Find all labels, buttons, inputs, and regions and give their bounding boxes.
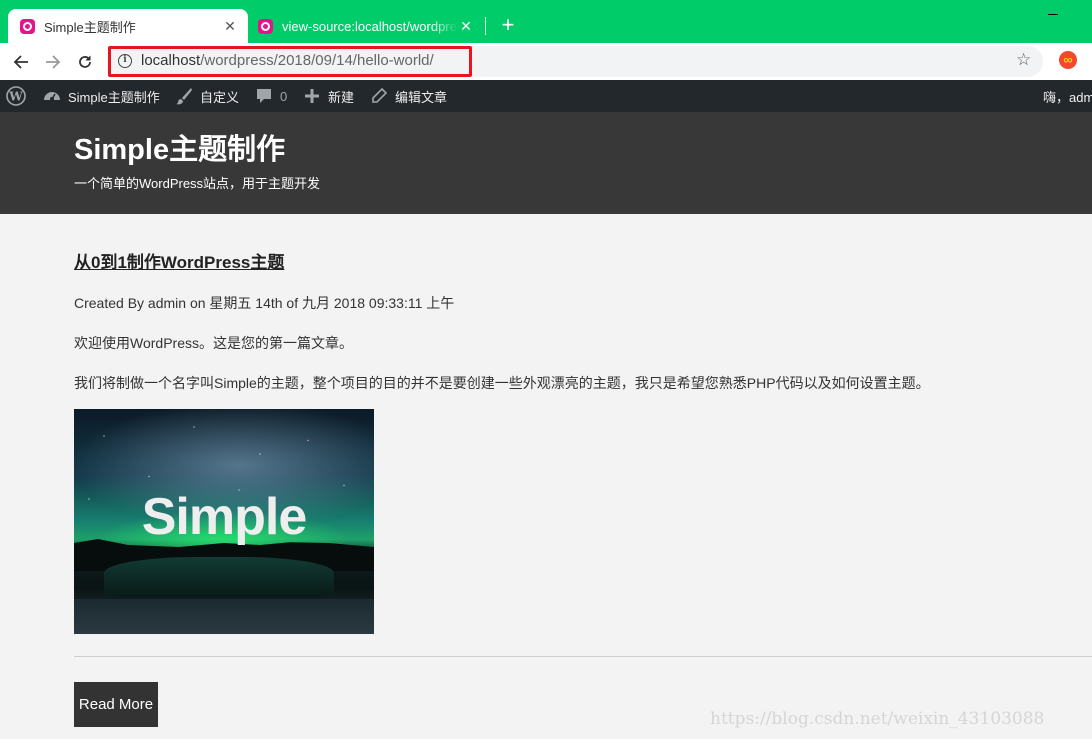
admin-bar-comments[interactable]: 0 [254, 80, 287, 112]
wordpress-logo-icon: W [6, 86, 26, 106]
image-snow [74, 599, 374, 634]
new-label: 新建 [328, 89, 355, 105]
forward-arrow-icon [46, 55, 61, 69]
wamp-favicon-icon [20, 18, 35, 34]
admin-bar-my-account[interactable]: 嗨，admin [1043, 80, 1092, 112]
admin-bar-customize[interactable]: 自定义 [174, 80, 239, 112]
window-minimize-button[interactable] [1048, 14, 1058, 15]
tab-title: view-source:localhost/wordpress [282, 18, 458, 34]
watermark: https://blog.csdn.net/weixin_43103088 [710, 709, 1045, 729]
plus-icon [302, 86, 322, 106]
admin-bar-site-name[interactable]: Simple主题制作 [42, 80, 160, 112]
back-arrow-icon [13, 55, 28, 69]
url-host: localhost [141, 52, 201, 69]
site-description: 一个简单的WordPress站点，用于主题开发 [74, 176, 321, 191]
edit-post-label: 编辑文章 [395, 89, 448, 105]
post-meta: Created By admin on 星期五 14th of 九月 2018 … [74, 295, 455, 311]
pencil-icon [369, 86, 389, 106]
post-featured-image: Simple [74, 409, 374, 634]
greeting-label: 嗨，admin [1043, 89, 1092, 105]
url-path: /wordpress/2018/09/14/hello-world/ [200, 52, 434, 69]
reload-icon [79, 55, 91, 68]
post-paragraph: 我们将制做一个名字叫Simple的主题，整个项目的目的并不是要创建一些外观漂亮的… [74, 375, 930, 391]
admin-bar-new[interactable]: 新建 [302, 80, 354, 112]
tab-separator [485, 17, 486, 35]
tab-simple-theme[interactable]: Simple主题制作 ✕ [8, 9, 248, 43]
tab-title: Simple主题制作 [44, 19, 136, 35]
site-header: Simple主题制作 一个简单的WordPress站点，用于主题开发 [0, 112, 1092, 214]
admin-bar-wp-logo[interactable]: W [6, 80, 26, 112]
customize-label: 自定义 [200, 89, 240, 105]
wp-admin-bar: W Simple主题制作 自定义 0 新建 编辑文章 嗨，admin [0, 80, 1092, 112]
post-title-link[interactable]: 从0到1制作WordPress主题 [74, 248, 284, 273]
svg-text:W: W [8, 90, 23, 104]
post-paragraph: 欢迎使用WordPress。这是您的第一篇文章。 [74, 335, 353, 351]
new-tab-button[interactable]: + [498, 14, 518, 36]
url-text[interactable]: localhost/wordpress/2018/09/14/hello-wor… [141, 52, 434, 69]
tab-strip: Simple主题制作 ✕ view-source:localhost/wordp… [0, 0, 1092, 43]
paintbrush-icon [174, 86, 194, 106]
comment-bubble-icon [254, 86, 274, 106]
read-more-button[interactable]: Read More [74, 682, 158, 727]
tab-close-icon[interactable]: ✕ [458, 18, 474, 34]
site-title[interactable]: Simple主题制作 [74, 126, 285, 168]
extension-icon[interactable]: ∞ [1059, 51, 1077, 69]
wamp-favicon-icon [258, 18, 273, 34]
comments-count: 0 [280, 88, 288, 104]
reload-button[interactable] [72, 49, 98, 75]
site-info-icon[interactable]: i [118, 54, 132, 68]
tab-close-icon[interactable]: ✕ [222, 18, 238, 34]
post-divider [74, 656, 1092, 657]
forward-button[interactable] [40, 49, 66, 75]
image-lake [104, 557, 334, 597]
admin-bar-edit-post[interactable]: 编辑文章 [369, 80, 447, 112]
dashboard-icon [42, 86, 62, 106]
bookmark-star-icon[interactable]: ☆ [1016, 51, 1031, 69]
site-name-label: Simple主题制作 [68, 89, 160, 105]
back-button[interactable] [8, 49, 34, 75]
tab-view-source[interactable]: view-source:localhost/wordpress ✕ [250, 9, 480, 43]
image-overlay-text: Simple [141, 488, 308, 546]
